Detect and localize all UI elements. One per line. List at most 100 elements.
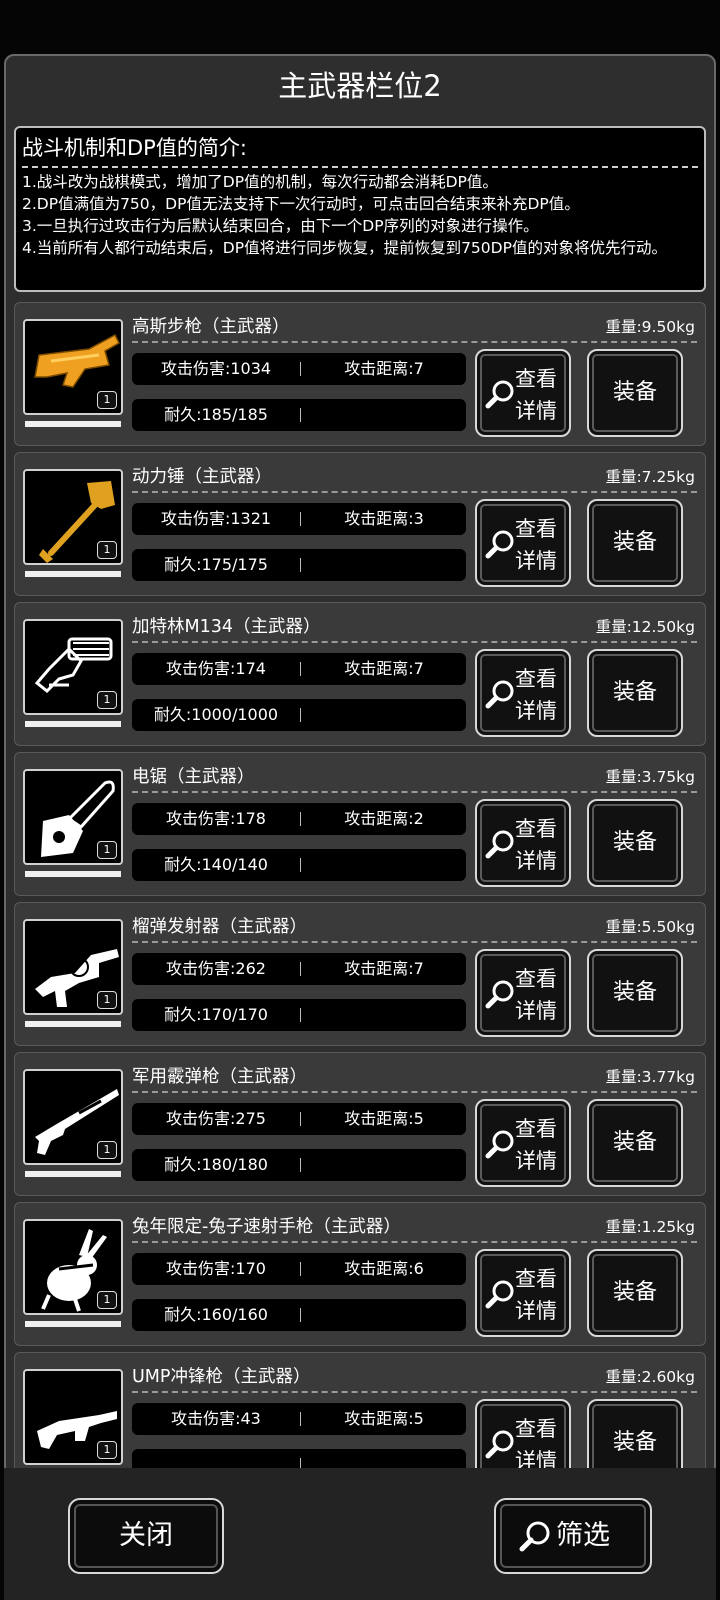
card-divider <box>132 341 697 343</box>
weapon-card[interactable]: 1 军用霰弹枪（主武器） 重量:3.77kg 攻击伤害:275 攻击距离:5 耐… <box>14 1052 706 1196</box>
stat-separator <box>300 1308 301 1322</box>
view-details-label-2: 详情 <box>515 699 557 723</box>
item-count-badge: 1 <box>97 1291 117 1309</box>
stat-separator <box>300 1158 301 1172</box>
weapon-thumbnail[interactable]: 1 <box>23 319 123 415</box>
view-details-label-1: 查看 <box>515 517 557 541</box>
view-details-label-2: 详情 <box>515 1449 557 1468</box>
view-details-label-2: 详情 <box>515 1299 557 1323</box>
view-details-button[interactable]: 查看 详情 <box>475 1099 571 1187</box>
weapon-card[interactable]: 1 高斯步枪（主武器） 重量:9.50kg 攻击伤害:1034 攻击距离:7 耐… <box>14 302 706 446</box>
view-details-label-1: 查看 <box>515 1117 557 1141</box>
durability-row: 耐久:140/140 <box>132 849 466 881</box>
page-title: 主武器栏位2 <box>278 69 442 103</box>
view-details-label-2: 详情 <box>515 1149 557 1173</box>
stat-separator <box>300 558 301 572</box>
equip-button[interactable]: 装备 <box>587 1399 683 1468</box>
weapon-thumbnail[interactable]: 1 <box>23 469 123 565</box>
view-details-label-1: 查看 <box>515 967 557 991</box>
weapon-thumbnail[interactable]: 1 <box>23 1219 123 1315</box>
intro-line-3: 3.一旦执行过攻击行为后默认结束回合，由下一个DP序列的对象进行操作。 <box>22 217 539 235</box>
view-details-button[interactable]: 查看 详情 <box>475 349 571 437</box>
attack-stats-row: 攻击伤害:275 攻击距离:5 <box>132 1103 466 1135</box>
weapon-card[interactable]: 1 动力锤（主武器） 重量:7.25kg 攻击伤害:1321 攻击距离:3 耐久… <box>14 452 706 596</box>
weapon-card[interactable]: 1 电锯（主武器） 重量:3.75kg 攻击伤害:178 攻击距离:2 耐久:1… <box>14 752 706 896</box>
equip-button[interactable]: 装备 <box>587 1099 683 1187</box>
weapon-weight: 重量:1.25kg <box>605 1218 695 1236</box>
close-label: 关闭 <box>119 1520 173 1551</box>
view-details-button[interactable]: 查看 详情 <box>475 499 571 587</box>
durability-row: 耐久:1000/1000 <box>132 699 466 731</box>
attack-stats-row: 攻击伤害:1034 攻击距离:7 <box>132 353 466 385</box>
durability-row: 耐久:175/175 <box>132 549 466 581</box>
equip-button[interactable]: 装备 <box>587 649 683 737</box>
durability-value: 耐久:175/175 <box>164 555 268 574</box>
durability-bar <box>25 1321 121 1327</box>
search-icon <box>485 530 514 559</box>
weapon-thumbnail[interactable]: 1 <box>23 919 123 1015</box>
view-details-button[interactable]: 查看 详情 <box>475 799 571 887</box>
weapon-name: 高斯步枪（主武器） <box>132 317 290 337</box>
search-icon <box>519 1521 550 1552</box>
stat-separator <box>300 812 301 826</box>
battle-intro-box: 战斗机制和DP值的简介: 1.战斗改为战棋模式，增加了DP值的机制，每次行动都会… <box>14 126 706 292</box>
equip-button[interactable]: 装备 <box>587 799 683 887</box>
card-divider <box>132 491 697 493</box>
equip-button[interactable]: 装备 <box>587 349 683 437</box>
weapon-thumbnail[interactable]: 1 <box>23 619 123 715</box>
view-details-button[interactable]: 查看 详情 <box>475 649 571 737</box>
item-count-badge: 1 <box>97 991 117 1009</box>
intro-line-2: 2.DP值满值为750，DP值无法支持下一次行动时，可点击回合结束来补充DP值。 <box>22 195 580 213</box>
intro-divider <box>22 166 698 168</box>
weapon-card[interactable]: 1 UMP冲锋枪（主武器） 重量:2.60kg 攻击伤害:43 攻击距离:5 查… <box>14 1352 706 1468</box>
attack-damage: 攻击伤害:174 <box>166 659 266 678</box>
filter-button[interactable]: 筛选 <box>494 1498 652 1574</box>
durability-row: 耐久:160/160 <box>132 1299 466 1331</box>
weapon-thumbnail[interactable]: 1 <box>23 1369 123 1465</box>
attack-stats-row: 攻击伤害:43 攻击距离:5 <box>132 1403 466 1435</box>
attack-range: 攻击距离:2 <box>344 809 424 828</box>
equip-button[interactable]: 装备 <box>587 1249 683 1337</box>
weapon-name: 军用霰弹枪（主武器） <box>132 1067 307 1087</box>
stat-separator <box>300 512 301 526</box>
weapon-name: 动力锤（主武器） <box>132 467 272 487</box>
attack-range: 攻击距离:7 <box>344 359 424 378</box>
equip-button[interactable]: 装备 <box>587 949 683 1037</box>
weapon-weight: 重量:12.50kg <box>595 618 695 636</box>
card-divider <box>132 1091 697 1093</box>
weapon-card[interactable]: 1 兔年限定-兔子速射手枪（主武器） 重量:1.25kg 攻击伤害:170 攻击… <box>14 1202 706 1346</box>
card-divider <box>132 641 697 643</box>
stat-separator <box>300 362 301 376</box>
search-icon <box>485 980 514 1009</box>
stat-separator <box>300 1412 301 1426</box>
weapon-list[interactable]: 1 高斯步枪（主武器） 重量:9.50kg 攻击伤害:1034 攻击距离:7 耐… <box>0 300 720 1468</box>
view-details-button[interactable]: 查看 详情 <box>475 949 571 1037</box>
attack-damage: 攻击伤害:1321 <box>160 509 272 528</box>
attack-range: 攻击距离:6 <box>344 1259 424 1278</box>
view-details-label-1: 查看 <box>515 367 557 391</box>
equip-button[interactable]: 装备 <box>587 499 683 587</box>
item-count-badge: 1 <box>97 391 117 409</box>
attack-damage: 攻击伤害:43 <box>171 1409 261 1428</box>
attack-range: 攻击距离:5 <box>344 1109 424 1128</box>
view-details-button[interactable]: 查看 详情 <box>475 1249 571 1337</box>
attack-damage: 攻击伤害:275 <box>166 1109 266 1128</box>
weapon-thumbnail[interactable]: 1 <box>23 769 123 865</box>
weapon-thumbnail[interactable]: 1 <box>23 1069 123 1165</box>
close-button[interactable]: 关闭 <box>68 1498 224 1574</box>
search-icon <box>485 680 514 709</box>
weapon-name: UMP冲锋枪（主武器） <box>132 1367 311 1387</box>
attack-range: 攻击距离:7 <box>344 959 424 978</box>
card-divider <box>132 791 697 793</box>
search-icon <box>485 1280 514 1309</box>
view-details-label-2: 详情 <box>515 849 557 873</box>
durability-bar <box>25 421 121 427</box>
search-icon <box>485 1130 514 1159</box>
view-details-label-1: 查看 <box>515 817 557 841</box>
view-details-label-2: 详情 <box>515 999 557 1023</box>
view-details-label-2: 详情 <box>515 399 557 423</box>
weapon-card[interactable]: 1 榴弹发射器（主武器） 重量:5.50kg 攻击伤害:262 攻击距离:7 耐… <box>14 902 706 1046</box>
view-details-button[interactable]: 查看 详情 <box>475 1399 571 1468</box>
weapon-card[interactable]: 1 加特林M134（主武器） 重量:12.50kg 攻击伤害:174 攻击距离:… <box>14 602 706 746</box>
attack-damage: 攻击伤害:262 <box>166 959 266 978</box>
